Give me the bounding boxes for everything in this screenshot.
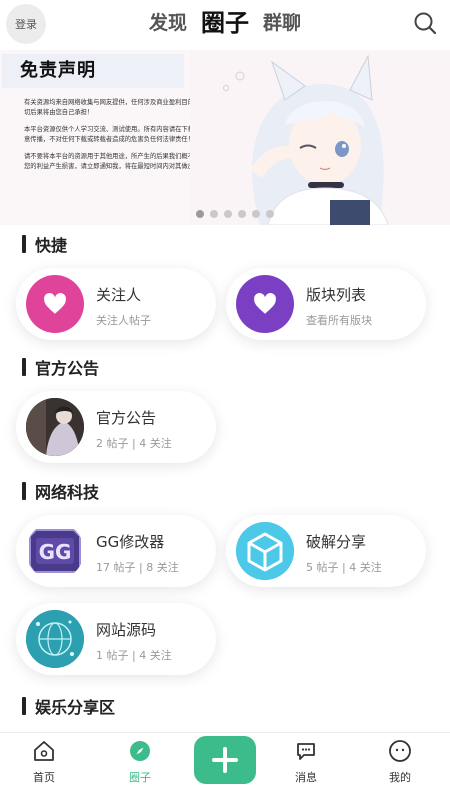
tech-globe-icon [26,610,84,668]
plus-icon [212,747,238,773]
card-subtitle: 2 帖子 | 4 关注 [96,437,172,450]
card-gg-modifier[interactable]: GG GG修改器 17 帖子 | 8 关注 [16,515,216,587]
card-official-announcement[interactable]: 官方公告 2 帖子 | 4 关注 [16,391,216,463]
nav-label: 我的 [389,771,411,784]
card-website-source[interactable]: 网站源码 1 帖子 | 4 关注 [16,603,216,675]
nav-home[interactable]: 首页 [14,739,74,785]
tab-group-chat[interactable]: 群聊 [263,8,301,38]
card-subtitle: 查看所有版块 [306,314,372,327]
profile-icon [389,740,411,762]
nav-messages[interactable]: 消息 [276,739,336,785]
card-name: 官方公告 [96,409,157,427]
section-marker [22,358,26,376]
nav-label: 消息 [295,771,317,784]
card-name: GG修改器 [96,533,165,551]
section-title-shortcuts: 快捷 [22,232,67,256]
nav-circles[interactable]: 圈子 [110,739,170,785]
section-marker [22,482,26,500]
heart-icon [26,275,84,333]
card-crack-share[interactable]: 破解分享 5 帖子 | 4 关注 [226,515,426,587]
nav-label: 圈子 [129,771,151,784]
cube-icon [236,522,294,580]
section-title-tech: 网络科技 [22,479,99,503]
tab-discover[interactable]: 发现 [149,8,187,38]
gg-logo-icon: GG [26,522,84,580]
banner-dot[interactable] [210,210,218,218]
anime-character-illustration [190,50,450,225]
banner-dot[interactable] [266,210,274,218]
card-followed-users[interactable]: 关注人 关注人帖子 [16,268,216,340]
card-name: 网站源码 [96,621,157,639]
svg-text:GG: GG [39,540,72,564]
section-marker [22,697,26,715]
banner-dot[interactable] [224,210,232,218]
card-subtitle: 17 帖子 | 8 关注 [96,561,179,574]
section-title-entertainment: 娱乐分享区 [22,694,115,718]
section-title-text: 娱乐分享区 [35,698,116,717]
card-subtitle: 5 帖子 | 4 关注 [306,561,382,574]
card-subtitle: 关注人帖子 [96,314,151,327]
banner-dot[interactable] [238,210,246,218]
nav-profile[interactable]: 我的 [370,739,430,785]
search-icon[interactable] [412,10,438,36]
top-bar: 登录 发现 圈子 群聊 [0,0,450,52]
section-marker [22,235,26,253]
section-title-text: 快捷 [35,236,68,255]
compass-icon [130,741,150,761]
announcement-image-icon [26,398,84,456]
section-title-announcements: 官方公告 [22,355,99,379]
top-tabs: 发现 圈子 群聊 [0,8,450,38]
heart-icon [236,275,294,333]
banner-pagination[interactable] [196,210,274,218]
create-post-button[interactable] [194,736,256,784]
disclaimer-banner[interactable]: 免责声明 有关资源均来自网络收集与网友提供，任何涉及商业盈利目的的均不得使用，否… [0,50,450,225]
section-title-text: 网络科技 [35,483,100,502]
tab-circles[interactable]: 圈子 [201,8,249,38]
card-board-list[interactable]: 版块列表 查看所有版块 [226,268,426,340]
banner-dot[interactable] [252,210,260,218]
home-icon [34,741,54,761]
banner-title: 免责声明 [20,60,96,81]
chat-icon [297,743,315,760]
banner-dot[interactable] [196,210,204,218]
card-name: 版块列表 [306,286,367,304]
nav-label: 首页 [33,771,55,784]
section-title-text: 官方公告 [35,359,100,378]
card-name: 关注人 [96,286,142,304]
card-name: 破解分享 [306,533,367,551]
card-subtitle: 1 帖子 | 4 关注 [96,649,172,662]
